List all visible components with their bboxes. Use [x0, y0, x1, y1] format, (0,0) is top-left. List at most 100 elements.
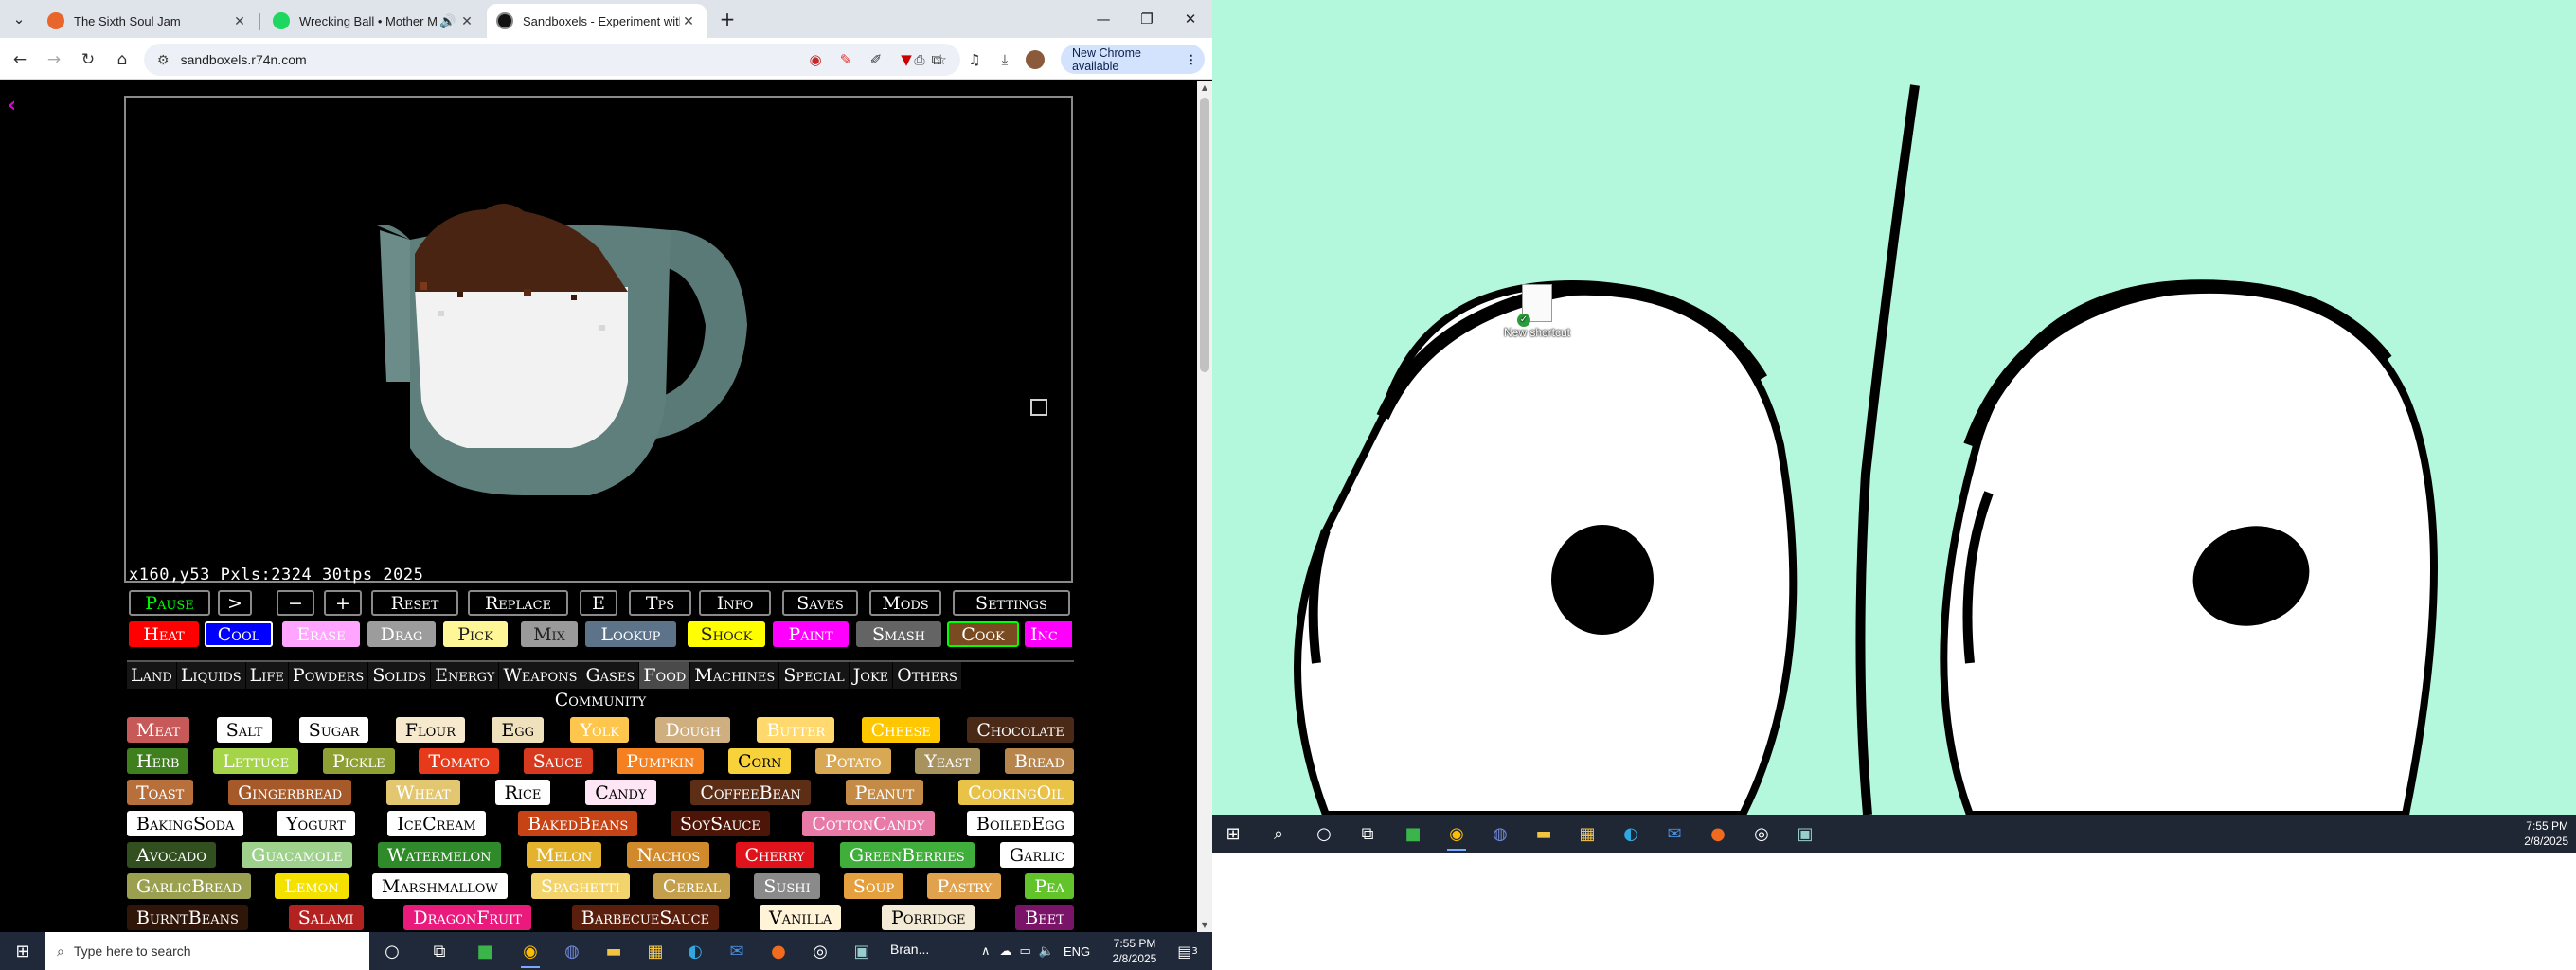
tab-solids[interactable]: Solids [368, 662, 431, 689]
element-button-wheat[interactable]: Wheat [385, 780, 460, 805]
volume-icon[interactable]: 🔈 [1039, 943, 1054, 959]
tab-land[interactable]: Land [127, 662, 176, 689]
tab-food[interactable]: Food [639, 662, 690, 689]
element-button-chocolate[interactable]: Chocolate [967, 717, 1074, 743]
element-button-guacamole[interactable]: Guacamole [242, 842, 352, 868]
element-button-icecream[interactable]: IceCream [387, 811, 486, 836]
element-button-pumpkin[interactable]: Pumpkin [617, 748, 705, 774]
element-button-vanilla[interactable]: Vanilla [759, 905, 842, 930]
element-button-soup[interactable]: Soup [843, 873, 904, 899]
element-button-garlic[interactable]: Garlic [999, 842, 1074, 868]
element-button-herb[interactable]: Herb [127, 748, 189, 774]
page-scrollbar[interactable]: ▲ ▼ [1197, 81, 1212, 933]
settings-button[interactable]: Settings [953, 590, 1070, 616]
tool-lookup[interactable]: Lookup [585, 621, 676, 647]
file-explorer-icon[interactable]: ▬ [1530, 820, 1557, 847]
tab-close-icon[interactable]: ✕ [458, 13, 475, 29]
element-button-yeast[interactable]: Yeast [915, 748, 981, 774]
extension-pdf-icon[interactable]: ◉ [803, 47, 828, 72]
file-explorer-icon[interactable]: ▬ [600, 938, 627, 964]
windows-start-icon[interactable]: ⊞ [1220, 820, 1246, 847]
tab-weapons[interactable]: Weapons [499, 662, 581, 689]
game-canvas[interactable] [124, 96, 1073, 583]
tool-smash[interactable]: Smash [856, 621, 941, 647]
element-button-potato[interactable]: Potato [815, 748, 891, 774]
element-button-corn[interactable]: Corn [728, 748, 792, 774]
tab-wrecking-ball[interactable]: Wrecking Ball • Mother Mo 🔊 ✕ [263, 4, 485, 38]
element-button-pickle[interactable]: Pickle [322, 748, 395, 774]
chrome-icon[interactable]: ◉ [517, 938, 544, 968]
element-button-beet[interactable]: Beet [1015, 905, 1074, 930]
tab-close-icon[interactable]: ✕ [231, 13, 248, 29]
element-button-peanut[interactable]: Peanut [845, 780, 924, 805]
saves-button[interactable]: Saves [782, 590, 858, 616]
close-window-button[interactable]: ✕ [1169, 0, 1212, 38]
tab-gases[interactable]: Gases [581, 662, 639, 689]
tab-community[interactable]: Community [127, 687, 1074, 713]
tab-liquids[interactable]: Liquids [176, 662, 245, 689]
network-icon[interactable]: ▭ [1020, 943, 1031, 959]
new-tab-button[interactable]: + [712, 0, 742, 38]
taskbar-clock[interactable]: 7:55 PM 2/8/2025 [1106, 936, 1163, 966]
cortana-icon[interactable]: ○ [379, 938, 405, 964]
tab-search-icon[interactable]: ⌄ [0, 0, 38, 38]
extensions-puzzle-icon[interactable]: ⧉ [924, 47, 949, 72]
forward-button[interactable]: → [42, 47, 66, 72]
tool-pick[interactable]: Pick [443, 621, 508, 647]
desktop-shortcut[interactable]: New shortcut [1496, 284, 1578, 339]
media-controls-icon[interactable]: ♫ [962, 47, 987, 72]
element-button-candy[interactable]: Candy [585, 780, 656, 805]
game-app-icon[interactable]: ▣ [1792, 820, 1818, 847]
cortana-icon[interactable]: ○ [1311, 820, 1337, 847]
element-button-watermelon[interactable]: Watermelon [377, 842, 501, 868]
taskbar-app-label[interactable]: Bran... [890, 942, 929, 957]
element-button-soysauce[interactable]: SoySauce [670, 811, 770, 836]
element-button-greenberries[interactable]: GreenBerries [839, 842, 975, 868]
element-button-avocado[interactable]: Avocado [127, 842, 216, 868]
search-icon[interactable]: ⌕ [1265, 820, 1292, 847]
mail-icon[interactable]: ✉ [724, 938, 750, 964]
element-button-melon[interactable]: Melon [526, 842, 602, 868]
element-button-cottoncandy[interactable]: CottonCandy [802, 811, 935, 836]
element-button-sushi[interactable]: Sushi [754, 873, 820, 899]
tool-paint[interactable]: Paint [773, 621, 849, 647]
onedrive-icon[interactable]: ☁ [1000, 943, 1012, 959]
element-button-meat[interactable]: Meat [127, 717, 190, 743]
taskbar-clock[interactable]: 7:55 PM 2/8/2025 [2502, 818, 2568, 849]
edge-icon[interactable]: ◐ [682, 938, 708, 964]
element-button-burntbeans[interactable]: BurntBeans [127, 905, 248, 930]
tab-joke[interactable]: Joke [849, 662, 893, 689]
mail-icon[interactable]: ✉ [1661, 820, 1688, 847]
replace-button[interactable]: Replace [468, 590, 568, 616]
site-info-icon[interactable]: ⚙ [157, 52, 170, 68]
element-button-sugar[interactable]: Sugar [298, 717, 369, 743]
steam-icon[interactable]: ◎ [1748, 820, 1775, 847]
tab-others[interactable]: Others [893, 662, 961, 689]
element-button-cheese[interactable]: Cheese [861, 717, 940, 743]
element-button-boiledegg[interactable]: BoiledEgg [967, 811, 1074, 836]
extension-dislike-icon[interactable]: ▼ [894, 47, 919, 72]
element-button-gingerbread[interactable]: Gingerbread [228, 780, 352, 805]
element-button-egg[interactable]: Egg [492, 717, 545, 743]
element-button-nachos[interactable]: Nachos [627, 842, 710, 868]
element-select-button[interactable]: E [580, 590, 617, 616]
extension-brush-icon[interactable]: ✐ [864, 47, 888, 72]
step-button[interactable]: > [218, 590, 252, 616]
tray-chevron-icon[interactable]: ∧ [981, 943, 991, 959]
pause-button[interactable]: Pause [129, 590, 210, 616]
element-button-pastry[interactable]: Pastry [927, 873, 1002, 899]
origin-icon[interactable]: ● [765, 938, 792, 964]
element-button-cookingoil[interactable]: CookingOil [958, 780, 1074, 805]
reload-button[interactable]: ↻ [76, 47, 100, 72]
scrollbar-thumb[interactable] [1200, 98, 1209, 372]
brush-smaller-button[interactable]: − [277, 590, 314, 616]
tab-special[interactable]: Special [779, 662, 849, 689]
tab-close-icon[interactable]: ✕ [680, 13, 697, 29]
element-button-dough[interactable]: Dough [655, 717, 731, 743]
element-button-cereal[interactable]: Cereal [653, 873, 731, 899]
task-view-icon[interactable]: ⧉ [426, 938, 453, 964]
minecraft-icon[interactable]: ■ [472, 938, 498, 964]
restore-button[interactable]: ❐ [1125, 0, 1169, 38]
reset-button[interactable]: Reset [371, 590, 458, 616]
taskbar-search-box[interactable]: ⌕ Type here to search [45, 932, 369, 970]
